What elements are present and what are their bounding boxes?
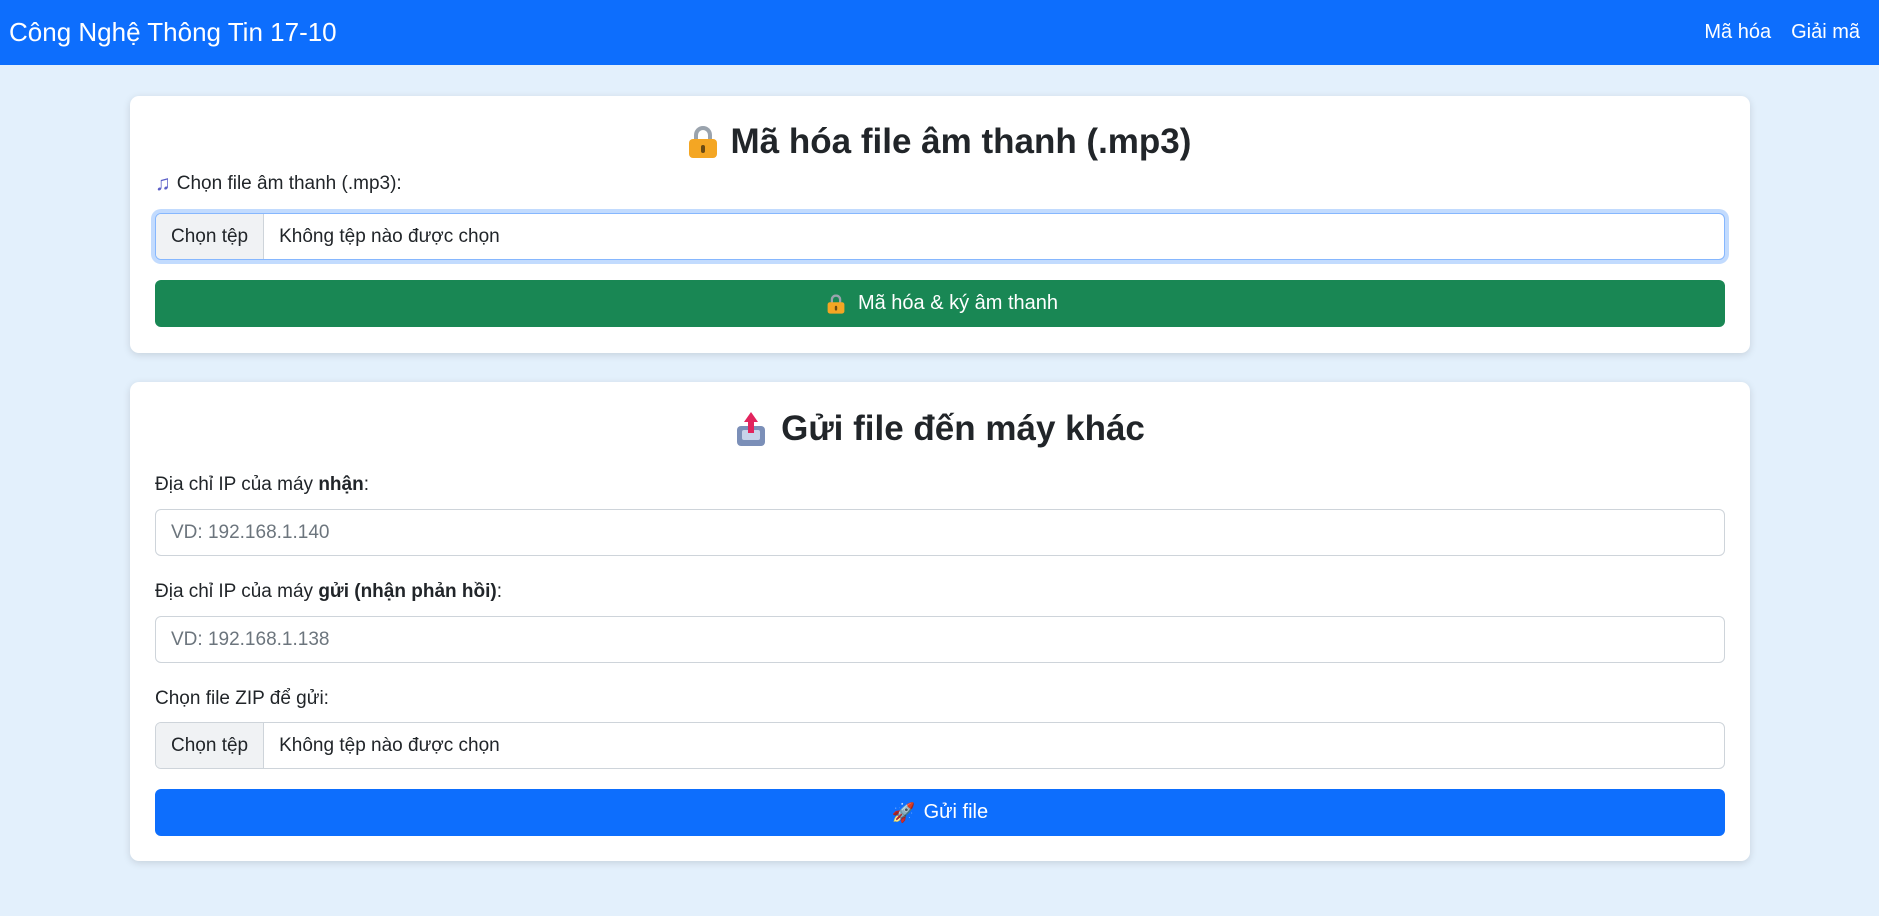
sender-ip-input[interactable] [155, 616, 1725, 663]
sender-ip-label-suffix: : [496, 581, 503, 602]
audio-file-label: ♫ Chọn file âm thanh (.mp3): [155, 172, 402, 196]
nav-link-decrypt[interactable]: Giải mã [1791, 21, 1860, 44]
send-file-button[interactable]: 🚀 Gửi file [155, 789, 1725, 836]
sender-ip-label-prefix: Địa chỉ IP của máy [155, 581, 319, 602]
zip-file-input[interactable]: Chọn tệp Không tệp nào được chọn [155, 722, 1725, 769]
zip-file-label: Chọn file ZIP để gửi: [155, 688, 329, 709]
audio-file-status: Không tệp nào được chọn [279, 225, 500, 247]
sender-ip-label: Địa chỉ IP của máy gửi (nhận phản hồi): [155, 581, 502, 603]
navbar: Công Nghệ Thông Tin 17-10 Mã hóa Giải mã [0, 0, 1879, 65]
music-note-icon: ♫ [155, 172, 171, 195]
receiver-ip-input[interactable] [155, 509, 1725, 556]
audio-choose-file-button[interactable]: Chọn tệp [156, 214, 265, 259]
zip-choose-file-button[interactable]: Chọn tệp [156, 723, 265, 768]
nav-links: Mã hóa Giải mã [1704, 21, 1860, 44]
send-card-title: Gửi file đến máy khác [130, 409, 1750, 449]
encrypt-card-title: Mã hóa file âm thanh (.mp3) [130, 122, 1750, 162]
encrypt-card: Mã hóa file âm thanh (.mp3) ♫ Chọn file … [130, 96, 1750, 353]
sender-ip-label-bold: gửi (nhận phản hồi) [318, 581, 497, 602]
rocket-icon: 🚀 [891, 802, 916, 824]
encrypt-title-text: Mã hóa file âm thanh (.mp3) [730, 122, 1192, 161]
send-title-text: Gửi file đến máy khác [781, 409, 1145, 448]
encrypt-sign-button-label: Mã hóa & ký âm thanh [857, 292, 1059, 314]
encrypt-sign-button[interactable]: Mã hóa & ký âm thanh [155, 280, 1725, 327]
audio-file-label-text: Chọn file âm thanh (.mp3): [176, 173, 402, 194]
receiver-ip-label-bold: nhận [318, 474, 364, 495]
receiver-ip-label: Địa chỉ IP của máy nhận: [155, 474, 369, 496]
brand-title[interactable]: Công Nghệ Thông Tin 17-10 [9, 17, 337, 48]
send-file-button-label: Gửi file [923, 801, 989, 823]
nav-link-encrypt[interactable]: Mã hóa [1704, 21, 1771, 44]
lock-icon [688, 126, 717, 158]
audio-file-input[interactable]: Chọn tệp Không tệp nào được chọn [155, 213, 1725, 260]
receiver-ip-label-suffix: : [363, 474, 369, 495]
receiver-ip-label-prefix: Địa chỉ IP của máy [155, 474, 319, 495]
zip-file-status: Không tệp nào được chọn [279, 734, 500, 756]
lock-icon [827, 293, 845, 314]
outbox-tray-icon [735, 412, 767, 446]
send-card: Gửi file đến máy khác Địa chỉ IP của máy… [130, 382, 1750, 861]
